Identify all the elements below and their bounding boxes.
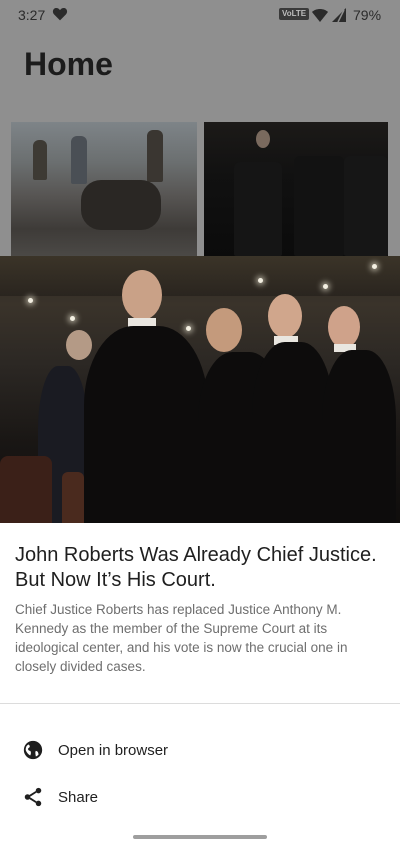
share-button[interactable]: Share <box>0 776 400 820</box>
share-label: Share <box>58 789 99 806</box>
ceiling-light <box>28 298 33 303</box>
heart-icon <box>52 8 68 21</box>
article-headline: John Roberts Was Already Chief Justice. … <box>15 544 377 591</box>
ceiling-light <box>372 264 377 269</box>
status-time: 3:27 <box>18 7 46 23</box>
thumbnail-image-left[interactable] <box>11 122 197 256</box>
signal-icon <box>332 8 346 22</box>
home-indicator[interactable] <box>133 835 267 839</box>
person-head <box>328 306 360 348</box>
globe-icon <box>23 740 43 760</box>
article-summary: Chief Justice Roberts has replaced Justi… <box>15 602 348 674</box>
ceiling-light <box>186 326 191 331</box>
open-in-browser-label: Open in browser <box>58 742 169 759</box>
chair <box>0 456 52 523</box>
volte-badge: VoLTE <box>279 8 310 20</box>
article-hero-image <box>0 256 400 523</box>
person-head <box>206 308 242 352</box>
person-robe <box>84 326 208 523</box>
status-bar: 3:27 VoLTE 79% <box>0 0 400 32</box>
hero-ceiling <box>0 256 400 296</box>
person-head <box>122 270 162 320</box>
ceiling-light <box>323 284 328 289</box>
battery-level: 79% <box>353 7 382 23</box>
ceiling-light <box>258 278 263 283</box>
article-bottom-sheet: John Roberts Was Already Chief Justice. … <box>0 523 400 845</box>
chair <box>62 472 84 523</box>
person-head <box>66 330 92 360</box>
open-in-browser-button[interactable]: Open in browser <box>0 729 400 773</box>
person-head <box>268 294 302 338</box>
ceiling-light <box>70 316 75 321</box>
page-title: Home <box>24 46 113 82</box>
wifi-icon <box>312 9 328 22</box>
divider <box>0 703 400 704</box>
person-robe <box>322 350 396 523</box>
thumbnail-image-right[interactable] <box>204 122 388 256</box>
share-icon <box>24 787 42 807</box>
